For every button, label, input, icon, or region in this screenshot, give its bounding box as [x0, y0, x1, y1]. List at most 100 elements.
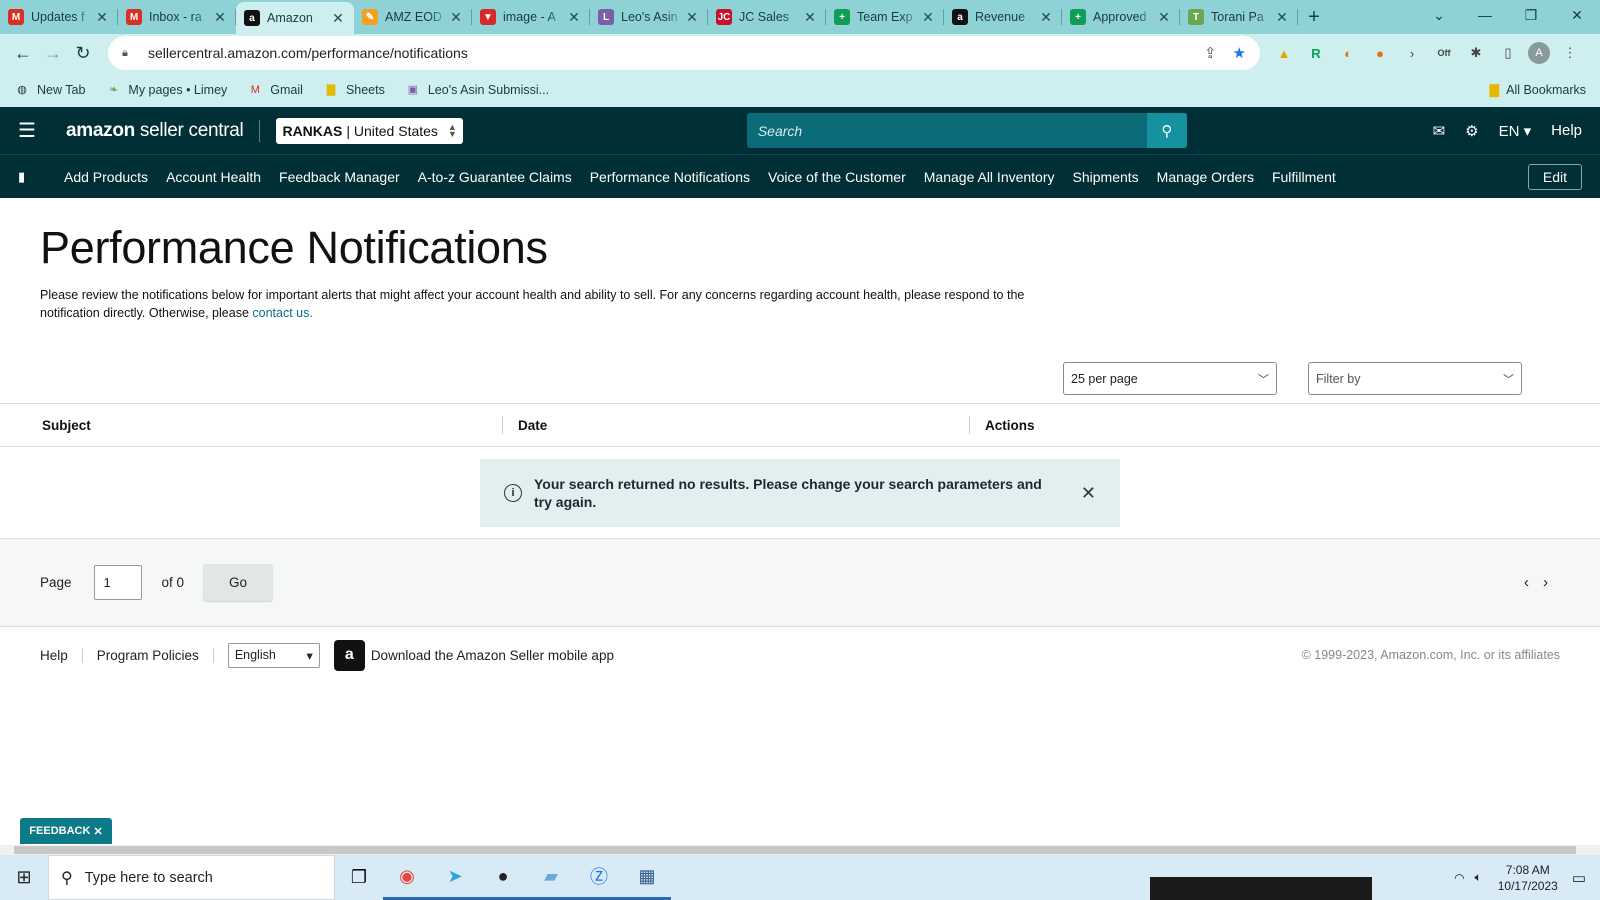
site-info-icon[interactable]: 🔒︎ [122, 47, 136, 60]
contact-us-link[interactable]: contact us. [252, 306, 312, 320]
restore-button[interactable]: ❐ [1508, 0, 1554, 30]
close-tab-icon[interactable]: ✕ [684, 9, 700, 26]
extension-icon[interactable]: Off [1432, 41, 1456, 65]
nav-item[interactable]: Performance Notifications [590, 169, 750, 185]
windows-start-icon[interactable]: ⊞ [0, 855, 48, 900]
language-selector[interactable]: EN ▾ [1499, 122, 1532, 140]
scrollbar-thumb[interactable] [14, 846, 1576, 854]
app-taskbar-icon[interactable]: ● [479, 855, 527, 900]
bookmark-item[interactable]: ▣ Leo's Asin Submissi... [405, 82, 549, 98]
bookmark-icon[interactable]: ▮ [18, 169, 44, 185]
seller-central-logo[interactable]: amazon seller central [66, 120, 244, 142]
taskbar-search[interactable]: ⚲ Type here to search [48, 855, 335, 900]
extension-icon[interactable]: ▲ [1272, 41, 1296, 65]
notifications-icon[interactable]: ▭ [1572, 869, 1586, 887]
page-number-input[interactable]: 1 [93, 565, 142, 600]
edit-nav-button[interactable]: Edit [1527, 163, 1582, 190]
nav-item[interactable]: Manage Orders [1157, 169, 1254, 185]
extension-icon[interactable]: ◐ [1336, 41, 1360, 65]
bookmark-item[interactable]: M Gmail [247, 82, 303, 98]
browser-tab[interactable]: JC JC Sales ✕ [708, 0, 826, 34]
nav-item[interactable]: Feedback Manager [279, 169, 400, 185]
nav-item[interactable]: Account Health [166, 169, 261, 185]
bookmark-item[interactable]: ▇ Sheets [323, 82, 385, 98]
close-tab-icon[interactable]: ✕ [1274, 9, 1290, 26]
minimize-button[interactable]: — [1462, 0, 1508, 30]
column-subject[interactable]: Subject [0, 404, 502, 446]
close-tab-icon[interactable]: ✕ [920, 9, 936, 26]
all-bookmarks[interactable]: ▇ All Bookmarks [1489, 82, 1586, 98]
help-link[interactable]: Help [1551, 122, 1582, 139]
download-app-link[interactable]: Download the Amazon Seller mobile app [371, 648, 614, 663]
browser-tab[interactable]: ▼ image - A ✕ [472, 0, 590, 34]
close-tab-icon[interactable]: ✕ [448, 9, 464, 26]
amazon-app-icon[interactable]: a [333, 639, 365, 671]
close-tab-icon[interactable]: ✕ [566, 9, 582, 26]
nav-item[interactable]: A-to-z Guarantee Claims [418, 169, 572, 185]
app-taskbar-icon[interactable]: ▰ [527, 855, 575, 900]
browser-tab[interactable]: a Revenue ✕ [944, 0, 1062, 34]
profile-avatar[interactable]: A [1528, 42, 1550, 64]
clock[interactable]: 7:08 AM 10/17/2023 [1498, 862, 1558, 894]
nav-item[interactable]: Add Products [64, 169, 148, 185]
marketplace-switcher[interactable]: RANKAS | United States ▲ ▼ [276, 117, 463, 144]
nav-item[interactable]: Voice of the Customer [768, 169, 906, 185]
chrome-taskbar-icon[interactable]: ◉ [383, 855, 431, 900]
browser-tab[interactable]: + Team Exp ✕ [826, 0, 944, 34]
extension-icon[interactable]: › [1400, 41, 1424, 65]
volume-icon[interactable]: 🔈︎ [1475, 870, 1482, 885]
close-tab-icon[interactable]: ✕ [94, 9, 110, 26]
browser-tab[interactable]: ✎ AMZ EOD ✕ [354, 0, 472, 34]
bookmark-star-icon[interactable]: ★ [1233, 44, 1246, 62]
address-bar[interactable]: 🔒︎ sellercentral.amazon.com/performance/… [108, 36, 1260, 70]
bookmark-item[interactable]: ❧ My pages • Limey [105, 82, 227, 98]
search-input[interactable]: Search [746, 113, 1147, 148]
calculator-taskbar-icon[interactable]: ▦ [623, 855, 671, 900]
filter-by-select[interactable]: Filter by ﹀ [1308, 362, 1522, 395]
hamburger-menu-icon[interactable]: ☰ [18, 118, 44, 143]
new-tab-button[interactable]: + [1298, 0, 1330, 34]
share-icon[interactable]: ⇪ [1204, 44, 1217, 62]
nav-item[interactable]: Manage All Inventory [924, 169, 1055, 185]
gear-icon[interactable]: ⚙ [1465, 122, 1478, 140]
close-tab-icon[interactable]: ✕ [1156, 9, 1172, 26]
close-tab-icon[interactable]: ✕ [1038, 9, 1054, 26]
wifi-icon[interactable]: ◠ [1454, 871, 1464, 885]
feedback-button[interactable]: FEEDBACK ✕ [20, 818, 112, 844]
column-date[interactable]: Date [502, 416, 969, 434]
forward-button[interactable]: → [38, 38, 68, 68]
browser-tab[interactable]: + Approved ✕ [1062, 0, 1180, 34]
browser-menu-icon[interactable]: ⋮ [1558, 41, 1582, 65]
browser-tab[interactable]: L Leo's Asin ✕ [590, 0, 708, 34]
nav-item[interactable]: Shipments [1073, 169, 1139, 185]
browser-tab[interactable]: M Updates f ✕ [0, 0, 118, 34]
program-policies-link[interactable]: Program Policies [97, 647, 214, 663]
bookmark-item[interactable]: ◍ New Tab [14, 82, 85, 98]
browser-tab[interactable]: M Inbox - ra ✕ [118, 0, 236, 34]
task-view-icon[interactable]: ❐ [335, 855, 383, 900]
side-panel-icon[interactable]: ▯ [1496, 41, 1520, 65]
puzzle-icon[interactable]: ✱ [1464, 41, 1488, 65]
browser-tab[interactable]: T Torani Pa ✕ [1180, 0, 1298, 34]
extension-icon[interactable]: R [1304, 41, 1328, 65]
browser-tab[interactable]: a Amazon ✕ [236, 2, 354, 34]
zoom-taskbar-icon[interactable]: Ⓩ [575, 855, 623, 900]
per-page-select[interactable]: 25 per page ﹀ [1063, 362, 1277, 395]
go-button[interactable]: Go [203, 564, 274, 601]
search-button[interactable]: ⚲ [1146, 113, 1187, 148]
telegram-taskbar-icon[interactable]: ➤ [431, 855, 479, 900]
close-tab-icon[interactable]: ✕ [212, 9, 228, 26]
close-tab-icon[interactable]: ✕ [330, 10, 346, 27]
reload-button[interactable]: ↻ [68, 38, 98, 68]
nav-item[interactable]: Fulfillment [1272, 169, 1336, 185]
horizontal-scrollbar[interactable] [0, 845, 1600, 855]
chevron-right-icon[interactable]: › [1543, 574, 1548, 591]
back-button[interactable]: ← [8, 38, 38, 68]
mail-icon[interactable]: ✉ [1433, 122, 1446, 140]
close-icon[interactable]: ✕ [1081, 484, 1096, 502]
footer-help-link[interactable]: Help [40, 647, 83, 663]
tab-search-icon[interactable]: ⌄ [1416, 0, 1462, 30]
language-select[interactable]: English ▾ [227, 642, 320, 668]
extension-icon[interactable]: ● [1368, 41, 1392, 65]
close-tab-icon[interactable]: ✕ [802, 9, 818, 26]
